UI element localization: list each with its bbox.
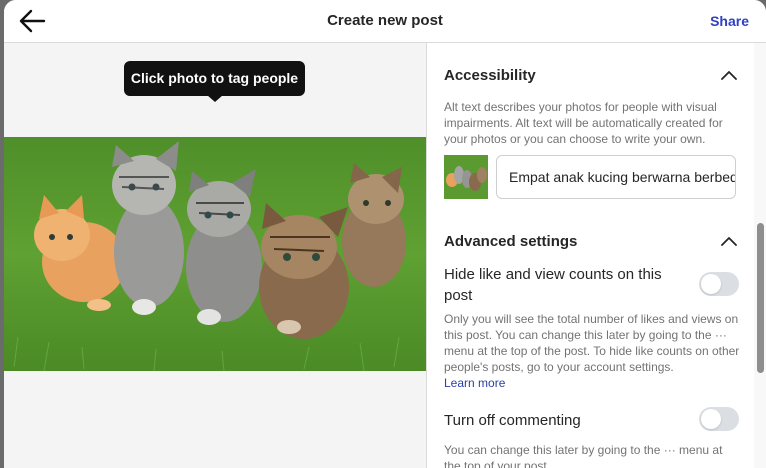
photo-pane: Click photo to tag people [4,43,426,468]
commenting-label: Turn off commenting [444,412,581,429]
advanced-settings-heading: Advanced settings [444,233,578,250]
page-title: Create new post [327,12,443,29]
kittens-thumbnail-image [444,155,488,199]
learn-more-link[interactable]: Learn more [444,376,505,390]
create-post-modal: Create new post Share Click photo to tag… [4,0,766,468]
share-button[interactable]: Share [710,13,749,29]
toggle-knob [701,409,721,429]
hide-counts-label: Hide like and view counts on this post [444,266,662,304]
photo-thumbnail [444,155,488,199]
scrollbar[interactable] [754,43,766,468]
scrollbar-thumb[interactable] [757,223,764,373]
tag-people-tooltip: Click photo to tag people [124,61,305,96]
chevron-up-icon[interactable] [721,70,737,80]
post-photo[interactable] [4,137,426,371]
chevron-up-icon[interactable] [721,236,737,246]
commenting-description: You can change this later by going to th… [444,443,723,468]
settings-pane: Accessibility Alt text describes your ph… [426,43,766,468]
accessibility-description: Alt text describes your photos for peopl… [444,100,723,146]
toggle-knob [701,274,721,294]
tooltip-arrow [207,95,223,102]
accessibility-heading: Accessibility [444,67,536,84]
modal-header: Create new post Share [4,0,766,43]
kittens-photo-image [4,137,426,371]
hide-counts-description: Only you will see the total number of li… [444,312,740,374]
commenting-toggle[interactable] [699,407,739,431]
hide-counts-toggle[interactable] [699,272,739,296]
alt-text-input[interactable]: Empat anak kucing berwarna berbeda [496,155,736,199]
